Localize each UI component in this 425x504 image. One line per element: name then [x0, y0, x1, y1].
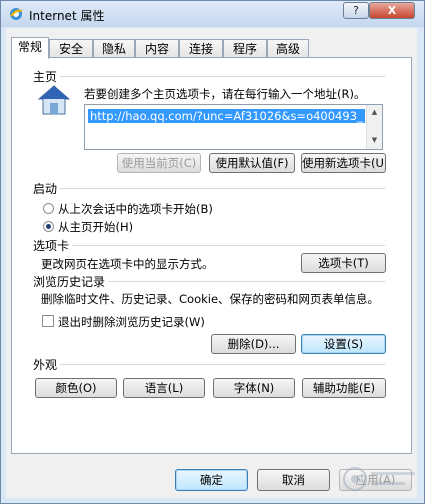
appearance-section-divider [60, 364, 385, 365]
home-icon [37, 85, 71, 115]
accessibility-button[interactable]: 辅助功能(E) [302, 378, 386, 398]
tabs-section-label: 选项卡 [33, 239, 70, 253]
startup-last-session-label: 从上次会话中的选项卡开始(B) [58, 202, 213, 216]
startup-home-label: 从主页开始(H) [58, 220, 134, 234]
ok-button[interactable]: 确定 [175, 469, 248, 491]
scroll-down-icon[interactable]: ▼ [367, 133, 382, 147]
languages-button[interactable]: 语言(L) [123, 378, 205, 398]
startup-section-label: 启动 [33, 182, 58, 196]
window-title: Internet 属性 [29, 9, 105, 23]
home-section-label: 主页 [33, 70, 58, 84]
tab-privacy[interactable]: 隐私 [93, 39, 135, 58]
cancel-button[interactable]: 取消 [257, 469, 330, 491]
startup-home-radio[interactable] [43, 221, 54, 232]
history-section-label: 浏览历史记录 [33, 275, 106, 289]
help-button[interactable]: ? [343, 2, 369, 19]
history-description: 删除临时文件、历史记录、Cookie、保存的密码和网页表单信息。 [41, 292, 380, 306]
close-button[interactable]: X [369, 2, 415, 19]
fonts-button[interactable]: 字体(N) [213, 378, 295, 398]
startup-last-session-radio[interactable] [43, 203, 54, 214]
use-default-button[interactable]: 使用默认值(F) [209, 153, 295, 173]
tab-programs[interactable]: 程序 [223, 39, 267, 58]
watermark-logo [343, 467, 415, 491]
history-settings-button[interactable]: 设置(S) [301, 334, 386, 354]
startup-section-divider [60, 188, 385, 189]
tab-connections[interactable]: 连接 [179, 39, 223, 58]
history-section-divider [108, 281, 385, 282]
tab-general[interactable]: 常规 [11, 37, 49, 59]
appearance-section-label: 外观 [33, 358, 58, 372]
tab-advanced[interactable]: 高级 [267, 39, 309, 58]
delete-history-button[interactable]: 删除(D)... [211, 334, 296, 354]
delete-on-exit-label: 退出时删除浏览历史记录(W) [58, 315, 205, 329]
use-current-button[interactable]: 使用当前页(C) [117, 153, 201, 173]
tabs-settings-button[interactable]: 选项卡(T) [301, 253, 386, 273]
delete-on-exit-checkbox[interactable] [42, 315, 54, 327]
home-description: 若要创建多个主页选项卡，请在每行输入一个地址(R)。 [84, 87, 366, 101]
scroll-up-icon[interactable]: ▲ [367, 105, 382, 119]
tab-security[interactable]: 安全 [49, 39, 93, 58]
title-bar[interactable]: Internet 属性 ? X [1, 1, 424, 27]
homepage-url-text: http://hao.qq.com/?unc=Af31026&s=o400493… [88, 109, 365, 123]
homepage-url-textarea[interactable]: http://hao.qq.com/?unc=Af31026&s=o400493… [84, 104, 383, 150]
internet-explorer-icon [10, 8, 23, 20]
tabs-section-divider [72, 245, 385, 246]
use-new-tab-button[interactable]: 使用新选项卡(U) [301, 153, 386, 173]
colors-button[interactable]: 颜色(O) [35, 378, 117, 398]
tabs-description: 更改网页在选项卡中的显示方式。 [41, 257, 214, 271]
url-scrollbar[interactable]: ▲ ▼ [366, 105, 382, 149]
home-section-divider [60, 76, 385, 77]
tab-content[interactable]: 内容 [135, 39, 179, 58]
